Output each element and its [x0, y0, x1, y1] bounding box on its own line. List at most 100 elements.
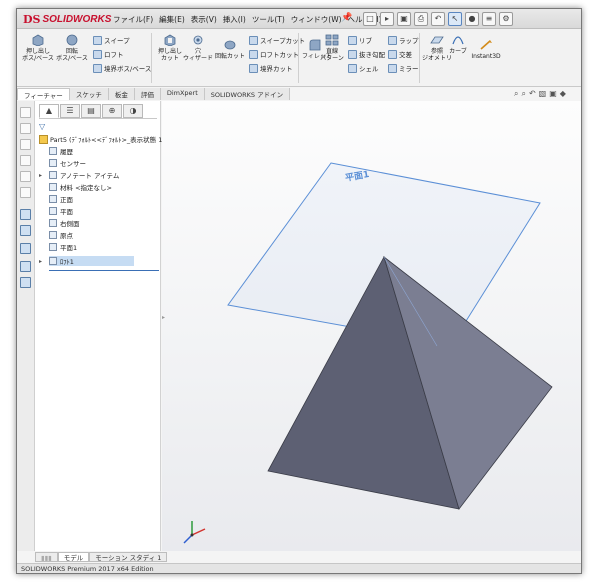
tab-addins[interactable]: SOLIDWORKS アドイン [204, 88, 291, 100]
extruded-boss-button[interactable]: 押し出し ボス/ベース [21, 34, 55, 62]
pin-icon[interactable]: 📌 [341, 13, 352, 23]
menu-file[interactable]: ファイル(F) [113, 14, 153, 25]
options-icon[interactable]: ⚙ [499, 12, 513, 26]
rebuild-icon[interactable]: ● [465, 12, 479, 26]
zoom-area-icon[interactable]: ⌕ [521, 89, 525, 99]
sketch-tool-icon[interactable] [20, 123, 31, 134]
expand-arrow-icon[interactable]: ▸ [39, 258, 42, 265]
wrap-button[interactable]: ラップ [388, 35, 419, 45]
tab-sheet-metal[interactable]: 板金 [108, 88, 135, 100]
tree-item-loft1[interactable]: ▸ ﾛﾌﾄ1 [39, 256, 134, 266]
sketch-tool-icon[interactable] [20, 107, 31, 118]
tab-sketch[interactable]: スケッチ [69, 88, 109, 100]
rollback-bar[interactable] [49, 270, 159, 271]
tree-item-right-plane[interactable]: 右側面 [49, 218, 80, 228]
swept-boss-button[interactable]: スイープ [93, 35, 130, 45]
measure-icon[interactable] [20, 209, 31, 220]
tree-item-sensors[interactable]: センサー [49, 158, 86, 168]
boundary-boss-button[interactable]: 境界ボス/ベース [93, 63, 151, 73]
display-manager-tab-icon[interactable]: ◑ [123, 104, 143, 118]
tree-item-label: 原点 [60, 232, 73, 240]
tree-item-history[interactable]: 履歴 [49, 146, 73, 156]
section-view-icon[interactable]: ▧ [539, 89, 547, 99]
scene-icon[interactable] [20, 277, 31, 288]
tab-evaluate[interactable]: 評価 [134, 88, 161, 100]
sketch-tool-icon[interactable] [20, 139, 31, 150]
open-icon[interactable]: ▸ [380, 12, 394, 26]
sketch-tool-icon[interactable] [20, 187, 31, 198]
expand-arrow-icon[interactable]: ▸ [39, 172, 42, 179]
menu-insert[interactable]: 挿入(I) [223, 14, 246, 25]
menu-window[interactable]: ウィンドウ(W) [291, 14, 342, 25]
zoom-to-fit-icon[interactable]: ⌕ [514, 89, 518, 99]
rib-button[interactable]: リブ [348, 35, 372, 45]
shell-button[interactable]: シェル [348, 63, 379, 73]
tab-3d-views[interactable]: ▮▮▮ [35, 552, 58, 562]
display-pane-icon[interactable] [20, 243, 31, 254]
tree-root-part[interactable]: Part5 (ﾃﾞﾌｫﾙﾄ<<ﾃﾞﾌｫﾙﾄ>_表示状態 1>) [39, 134, 170, 144]
shell-icon [348, 63, 357, 73]
model-canvas [183, 162, 553, 544]
filter-icon[interactable]: ▽ [39, 122, 45, 131]
reference-geometry-icon [430, 36, 444, 44]
swept-boss-icon [93, 35, 102, 45]
tree-item-annotations[interactable]: ▸ アノテート アイテム [39, 170, 120, 180]
axis-triad-icon[interactable] [183, 521, 206, 544]
tree-item-front-plane[interactable]: 正面 [49, 194, 73, 204]
view-orientation-icon[interactable]: ▣ [549, 89, 557, 99]
new-document-icon[interactable]: □ [363, 12, 377, 26]
revolved-boss-button[interactable]: 回転 ボス/ベース [55, 34, 89, 62]
curves-button[interactable]: カーブ [445, 34, 471, 55]
graphics-viewport[interactable]: 平面1 [162, 101, 581, 551]
instant3d-button[interactable]: Instant3D [469, 39, 503, 60]
intersect-button[interactable]: 交差 [388, 49, 412, 59]
extruded-cut-button[interactable]: 押し出し カット [155, 34, 185, 62]
undo-icon[interactable]: ↶ [431, 12, 445, 26]
select-icon[interactable]: ↖ [448, 12, 462, 26]
panel-collapse-handle[interactable]: ▸ [162, 314, 165, 321]
tab-model[interactable]: モデル [57, 552, 90, 562]
extruded-boss-icon [32, 34, 44, 46]
annotation-icon [49, 171, 57, 179]
tree-item-label: 平面 [60, 208, 73, 216]
menu-edit[interactable]: 編集(E) [159, 14, 185, 25]
display-style-icon[interactable]: ◆ [560, 89, 566, 99]
loft-button[interactable]: ロフト [93, 49, 124, 59]
boundary-boss-icon [93, 63, 102, 73]
tab-features[interactable]: フィーチャー [17, 88, 70, 100]
configuration-manager-tab-icon[interactable]: ▤ [81, 104, 101, 118]
dimxpert-tab-icon[interactable]: ⊕ [102, 104, 122, 118]
curves-icon [452, 36, 464, 45]
appearance-icon[interactable] [20, 261, 31, 272]
hole-wizard-button[interactable]: 穴 ウィザード [183, 34, 213, 62]
plane-icon [49, 243, 57, 251]
print-icon[interactable]: ⎙ [414, 12, 428, 26]
tree-item-top-plane[interactable]: 平面 [49, 206, 73, 216]
sketch-tool-icon[interactable] [20, 155, 31, 166]
file-properties-icon[interactable]: ≡ [482, 12, 496, 26]
tab-motion-study[interactable]: モーション スタディ 1 [89, 552, 168, 562]
revolved-cut-button[interactable]: 回転カット [213, 39, 247, 60]
draft-button[interactable]: 抜き勾配 [348, 49, 385, 59]
swept-boss-label: スイープ [104, 37, 130, 45]
tree-item-material[interactable]: 材料 <指定なし> [49, 182, 112, 192]
tree-item-origin[interactable]: 原点 [49, 230, 73, 240]
tree-item-label: アノテート アイテム [60, 172, 120, 180]
lofted-cut-button[interactable]: ロフトカット [249, 49, 299, 59]
tree-item-plane1[interactable]: 平面1 [49, 242, 77, 252]
property-manager-tab-icon[interactable]: ☰ [60, 104, 80, 118]
feature-tree-tab-icon[interactable]: ▲ [39, 104, 59, 118]
mirror-button[interactable]: ミラー [388, 63, 419, 73]
menu-view[interactable]: 表示(V) [191, 14, 217, 25]
sketch-tool-icon[interactable] [20, 171, 31, 182]
linear-pattern-button[interactable]: 直線 パターン [317, 34, 347, 62]
plane-icon [49, 219, 57, 227]
mass-properties-icon[interactable] [20, 225, 31, 236]
boundary-cut-button[interactable]: 境界カット [249, 63, 293, 73]
swept-cut-button[interactable]: スイープカット [249, 35, 305, 45]
save-icon[interactable]: ▣ [397, 12, 411, 26]
tab-dimxpert[interactable]: DimXpert [160, 88, 205, 100]
previous-view-icon[interactable]: ↶ [529, 89, 536, 99]
tree-root-label: Part5 (ﾃﾞﾌｫﾙﾄ<<ﾃﾞﾌｫﾙﾄ>_表示状態 1>) [50, 136, 171, 144]
menu-tools[interactable]: ツール(T) [252, 14, 285, 25]
